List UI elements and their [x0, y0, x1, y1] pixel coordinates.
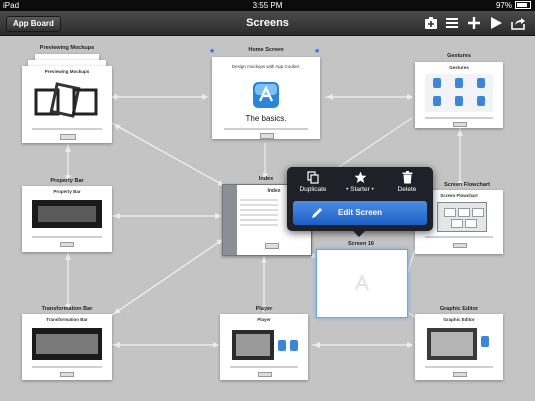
screen-title: Property Bar: [53, 189, 81, 194]
hand-icon: [290, 340, 298, 351]
card-label: Screen Flowchart: [444, 182, 490, 188]
ipad-preview: [32, 328, 102, 360]
ipad-preview: [427, 328, 477, 360]
next-button: [453, 122, 467, 127]
star-icon: [354, 171, 366, 183]
app-cooker-logo-icon: [253, 82, 279, 108]
hand-icon: [477, 96, 485, 106]
duplicate-label: Duplicate: [299, 186, 327, 193]
ipad-preview: [32, 200, 102, 228]
next-button: [265, 243, 279, 249]
hand-icon: [433, 96, 441, 106]
next-button: [60, 242, 74, 247]
next-button: [260, 133, 274, 139]
duplicate-icon: [307, 171, 319, 184]
starter-label: • Starter •: [346, 186, 374, 193]
next-button: [60, 372, 74, 377]
screen-thumbnail[interactable]: [316, 249, 408, 318]
home-headline: The basics.: [245, 114, 287, 123]
hand-icon: [433, 78, 441, 88]
app-cooker-watermark-icon: [355, 273, 369, 291]
next-button: [258, 372, 272, 377]
duplicate-button[interactable]: Duplicate: [291, 169, 335, 197]
screen-actions-popover: Duplicate • Starter • Delete Edit Screen: [287, 167, 433, 237]
screen-thumbnail[interactable]: Gestures: [415, 62, 503, 128]
screen-title: Player: [257, 317, 271, 322]
card-label: Property Bar: [50, 178, 84, 184]
ipad-device-icon: [34, 82, 98, 118]
screen-title: Gestures: [449, 65, 469, 70]
hand-icon: [455, 96, 463, 106]
trash-icon: [402, 171, 412, 184]
flowchart-preview: [437, 202, 487, 232]
delete-button[interactable]: Delete: [385, 169, 429, 197]
card-label: Gestures: [447, 53, 471, 59]
edit-screen-label: Edit Screen: [337, 208, 382, 217]
ipad-preview: [232, 330, 274, 360]
hand-icon: [455, 78, 463, 88]
card-label: Home Screen: [248, 47, 284, 53]
screen-thumbnail[interactable]: Design mockups with App Cooker. The basi…: [212, 57, 320, 139]
home-tagline: Design mockups with App Cooker.: [231, 64, 301, 69]
screen-thumbnail[interactable]: Graphic Editor: [415, 314, 503, 380]
index-sidebar: [223, 185, 237, 255]
pen-icon: [312, 208, 322, 218]
next-button: [453, 243, 467, 248]
card-label: Previewing Mockups: [39, 45, 95, 51]
gesture-grid: [425, 74, 493, 112]
screen-title: Graphic Editor: [443, 317, 475, 322]
card-label: Player: [255, 306, 273, 312]
popover-arrow: [353, 231, 365, 237]
hand-icon: [477, 78, 485, 88]
hand-icon: [278, 340, 286, 351]
edit-screen-button[interactable]: Edit Screen: [293, 201, 427, 225]
screen-title: Transformation Bar: [46, 317, 88, 322]
hand-icon: [481, 336, 489, 347]
screen-thumbnail[interactable]: Transformation Bar: [22, 314, 112, 380]
screen-thumbnail[interactable]: Previewing Mockups: [22, 66, 112, 143]
screen-thumbnail[interactable]: Property Bar: [22, 186, 112, 252]
delete-label: Delete: [397, 186, 417, 193]
next-button: [60, 134, 76, 140]
card-label: Transformation Bar: [41, 306, 93, 312]
card-label: Graphic Editor: [439, 306, 479, 312]
next-button: [453, 372, 467, 377]
screen-title: Previewing Mockups: [44, 69, 90, 74]
starter-button[interactable]: • Starter •: [338, 169, 382, 197]
screen-thumbnail[interactable]: Player: [220, 314, 308, 380]
card-label: Screen 16: [348, 241, 374, 247]
